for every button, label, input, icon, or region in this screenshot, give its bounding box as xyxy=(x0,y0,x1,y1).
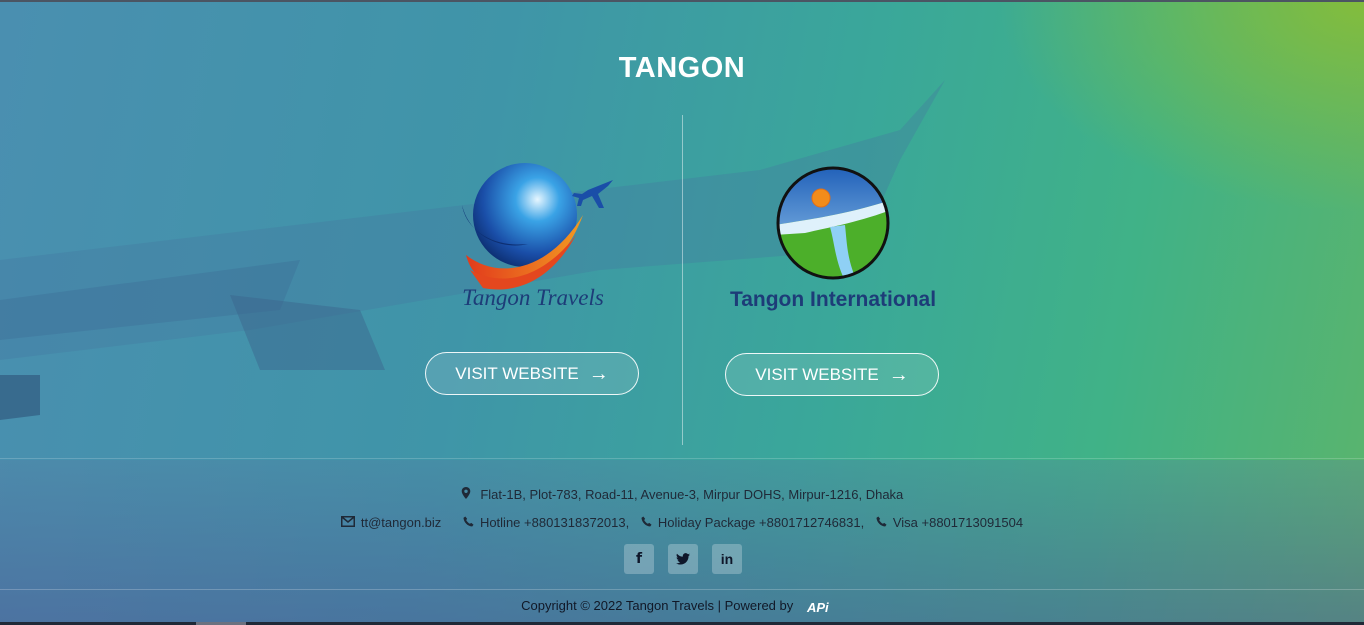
linkedin-icon[interactable]: in xyxy=(712,544,742,574)
holiday-text: Holiday Package +8801712746831, xyxy=(657,515,865,530)
hotline-contact[interactable]: Hotline +8801318372013, xyxy=(463,515,633,530)
svg-text:Tangon Travels: Tangon Travels xyxy=(462,285,604,310)
tangon-international-logo xyxy=(776,166,890,280)
holiday-contact[interactable]: Holiday Package +8801712746831, xyxy=(641,515,868,530)
page-title: TANGON xyxy=(618,52,746,84)
visa-contact[interactable]: Visa +8801713091504 xyxy=(876,515,1023,530)
copyright-separator xyxy=(0,589,1364,590)
card-divider xyxy=(682,115,683,445)
address-text: Flat-1B, Plot-783, Road-11, Avenue-3, Mi… xyxy=(480,487,904,502)
visit-travels-button[interactable]: VISIT WEBSITE → xyxy=(425,352,639,395)
visit-international-button[interactable]: VISIT WEBSITE → xyxy=(725,353,939,396)
tangon-international-name: Tangon International xyxy=(729,288,937,311)
arrow-right-icon: → xyxy=(588,362,609,385)
visit-international-label: VISIT WEBSITE xyxy=(755,364,879,384)
visa-text: Visa +8801713091504 xyxy=(892,515,1024,530)
api-logo[interactable]: APi xyxy=(803,600,843,614)
visit-travels-label: VISIT WEBSITE xyxy=(455,363,579,383)
copyright-text: Copyright © 2022 Tangon Travels | Powere… xyxy=(521,598,794,613)
phone-icon xyxy=(641,516,652,527)
footer-separator xyxy=(0,458,1364,459)
hotline-text: Hotline +8801318372013, xyxy=(479,515,630,530)
api-logo-text: APi xyxy=(806,600,829,614)
email-text: tt@tangon.biz xyxy=(360,515,442,530)
phone-icon xyxy=(463,516,474,527)
copyright-bar: Copyright © 2022 Tangon Travels | Powere… xyxy=(0,598,1364,614)
tangon-travels-logo: Tangon Travels xyxy=(462,163,613,310)
map-marker-icon xyxy=(461,487,471,499)
email-contact[interactable]: tt@tangon.biz xyxy=(340,515,445,530)
arrow-right-icon: → xyxy=(888,363,909,386)
social-links: f in xyxy=(624,544,742,574)
phone-icon xyxy=(876,516,887,527)
facebook-icon[interactable]: f xyxy=(624,544,654,574)
footer-contacts: tt@tangon.biz Hotline +8801318372013, Ho… xyxy=(0,515,1364,530)
envelope-icon xyxy=(340,516,355,527)
footer-address: Flat-1B, Plot-783, Road-11, Avenue-3, Mi… xyxy=(0,487,1364,502)
twitter-icon[interactable] xyxy=(668,544,698,574)
